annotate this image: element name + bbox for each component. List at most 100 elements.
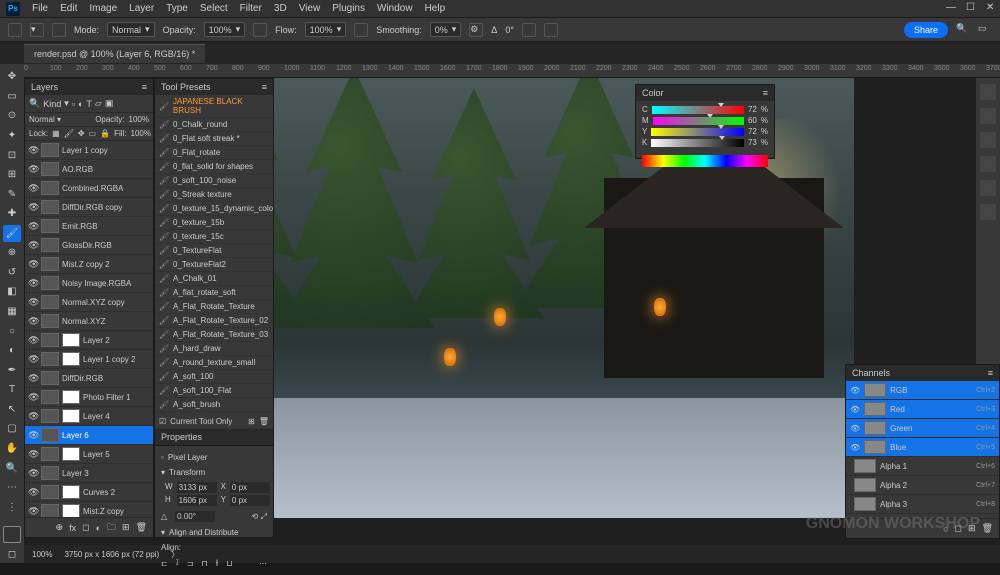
visibility-icon[interactable]: 👁 bbox=[28, 392, 38, 403]
mask-thumb[interactable] bbox=[62, 447, 80, 461]
mask-icon[interactable]: ◻ bbox=[82, 522, 89, 533]
fill-value[interactable]: 100% bbox=[131, 129, 151, 138]
align-section[interactable]: ▾ Align and Distribute bbox=[159, 525, 269, 540]
visibility-icon[interactable]: 👁 bbox=[28, 468, 38, 479]
layer-thumb[interactable] bbox=[41, 314, 59, 328]
channel-item[interactable]: 👁RedCtrl+3 bbox=[846, 400, 999, 419]
filter-smart-icon[interactable]: ▣ bbox=[105, 98, 114, 109]
layer-item[interactable]: 👁Emit.RGB bbox=[25, 217, 153, 236]
more-tools[interactable]: ⋯ bbox=[3, 479, 21, 497]
layer-item[interactable]: 👁Noisy Image.RGBA bbox=[25, 274, 153, 293]
magenta-slider[interactable] bbox=[653, 117, 744, 125]
maximize-icon[interactable]: ☐ bbox=[966, 2, 976, 12]
visibility-icon[interactable]: 👁 bbox=[850, 405, 860, 414]
preset-item[interactable]: 🖌0_TextureFlat bbox=[155, 244, 273, 258]
align-right-icon[interactable]: ⊐ bbox=[187, 559, 194, 568]
menu-window[interactable]: Window bbox=[371, 1, 419, 16]
symmetry-icon[interactable] bbox=[544, 23, 558, 37]
blur-tool[interactable]: ○ bbox=[3, 322, 21, 340]
panel-menu-icon[interactable]: ≡ bbox=[262, 82, 267, 92]
brush-picker-icon[interactable]: ▾ bbox=[30, 23, 44, 37]
collapsed-panel-icon[interactable] bbox=[980, 156, 996, 172]
path-tool[interactable]: ↖ bbox=[3, 401, 21, 419]
preset-item[interactable]: 🖌A_flat_rotate_soft bbox=[155, 286, 273, 300]
zoom-level[interactable]: 100% bbox=[32, 550, 52, 559]
flow-input[interactable]: 100%▾ bbox=[305, 22, 347, 37]
hand-tool[interactable]: ✋ bbox=[3, 440, 21, 458]
preset-item[interactable]: 🖌0_soft_100_noise bbox=[155, 174, 273, 188]
layer-item[interactable]: 👁DiffDir.RGB copy bbox=[25, 198, 153, 217]
heal-tool[interactable]: ✚ bbox=[3, 205, 21, 223]
layer-item[interactable]: 👁Layer 1 copy bbox=[25, 141, 153, 160]
menu-file[interactable]: File bbox=[26, 1, 54, 16]
move-tool[interactable]: ✥ bbox=[3, 68, 21, 86]
black-slider[interactable] bbox=[651, 139, 744, 147]
visibility-icon[interactable]: 👁 bbox=[28, 316, 38, 327]
filter-type-icon[interactable]: T bbox=[86, 99, 92, 109]
visibility-icon[interactable]: 👁 bbox=[28, 297, 38, 308]
filter-shape-icon[interactable]: ▱ bbox=[95, 98, 102, 109]
visibility-icon[interactable]: 👁 bbox=[28, 449, 38, 460]
menu-filter[interactable]: Filter bbox=[234, 1, 268, 16]
preset-item[interactable]: 🖌A_round_texture_small bbox=[155, 356, 273, 370]
visibility-icon[interactable]: 👁 bbox=[28, 259, 38, 270]
mask-thumb[interactable] bbox=[62, 352, 80, 366]
channel-item[interactable]: 👁BlueCtrl+5 bbox=[846, 438, 999, 457]
search-icon[interactable]: 🔍 bbox=[956, 23, 970, 37]
align-vcenter-icon[interactable]: ⫲ bbox=[216, 558, 219, 568]
channel-item[interactable]: 👁GreenCtrl+4 bbox=[846, 419, 999, 438]
menu-3d[interactable]: 3D bbox=[268, 1, 293, 16]
menu-image[interactable]: Image bbox=[83, 1, 123, 16]
close-icon[interactable]: ✕ bbox=[986, 2, 996, 12]
quickmask-icon[interactable]: ◻ bbox=[3, 545, 21, 563]
color-spectrum[interactable] bbox=[642, 155, 768, 167]
filter-adjust-icon[interactable]: ◐ bbox=[78, 99, 83, 109]
align-bottom-icon[interactable]: ⊔ bbox=[226, 559, 232, 568]
preset-item[interactable]: 🖌0_Flat soft streak * bbox=[155, 132, 273, 146]
preset-item[interactable]: 🖌0_TextureFlat2 bbox=[155, 258, 273, 272]
menu-layer[interactable]: Layer bbox=[123, 1, 160, 16]
layer-thumb[interactable] bbox=[41, 238, 59, 252]
layer-item[interactable]: 👁Photo Filter 1 bbox=[25, 388, 153, 407]
preset-item[interactable]: 🖌0_Chalk_round bbox=[155, 118, 273, 132]
visibility-icon[interactable]: 👁 bbox=[28, 430, 38, 441]
gradient-tool[interactable]: ▦ bbox=[3, 303, 21, 321]
layer-item[interactable]: 👁Layer 1 copy 2 bbox=[25, 350, 153, 369]
layer-item[interactable]: 👁GlossDir.RGB bbox=[25, 236, 153, 255]
preset-item[interactable]: 🖌A_soft_100 bbox=[155, 370, 273, 384]
delete-layer-icon[interactable]: 🗑 bbox=[136, 522, 147, 533]
layer-item[interactable]: 👁Layer 6 bbox=[25, 426, 153, 445]
menu-edit[interactable]: Edit bbox=[54, 1, 83, 16]
more-options-icon[interactable]: ⋯ bbox=[259, 559, 267, 568]
visibility-icon[interactable]: 👁 bbox=[28, 164, 38, 175]
angle-input[interactable] bbox=[175, 511, 215, 522]
layer-item[interactable]: 👁DiffDir.RGB bbox=[25, 369, 153, 388]
menu-type[interactable]: Type bbox=[160, 1, 194, 16]
layer-item[interactable]: 👁Layer 2 bbox=[25, 331, 153, 350]
channel-item[interactable]: Alpha 1Ctrl+6 bbox=[846, 457, 999, 476]
preset-item[interactable]: 🖌0_texture_15_dynamic_color bbox=[155, 202, 273, 216]
preset-item[interactable]: 🖌0_texture_15b bbox=[155, 216, 273, 230]
edit-toolbar[interactable]: ⋮ bbox=[3, 498, 21, 516]
current-tool-only-check[interactable]: ☑Current Tool Only ⊞ 🗑 bbox=[155, 415, 273, 429]
panel-menu-icon[interactable]: ≡ bbox=[763, 88, 768, 98]
layer-item[interactable]: 👁Layer 4 bbox=[25, 407, 153, 426]
delete-channel-icon[interactable]: 🗑 bbox=[982, 523, 993, 534]
lock-artboard-icon[interactable]: ▭ bbox=[89, 129, 97, 138]
layer-item[interactable]: 👁Layer 3 bbox=[25, 464, 153, 483]
collapsed-panel-icon[interactable] bbox=[980, 108, 996, 124]
mask-thumb[interactable] bbox=[62, 485, 80, 499]
layer-thumb[interactable] bbox=[41, 257, 59, 271]
preset-item[interactable]: 🖌A_soft_100_Flat bbox=[155, 384, 273, 398]
preset-item[interactable]: 🖌0_Streak texture bbox=[155, 188, 273, 202]
link-layers-icon[interactable]: ⊕ bbox=[56, 522, 64, 533]
visibility-icon[interactable]: 👁 bbox=[28, 411, 38, 422]
preset-item[interactable]: 🖌A_Flat_Rotate_Texture_02 bbox=[155, 314, 273, 328]
layer-thumb[interactable] bbox=[41, 333, 59, 347]
preset-item[interactable]: 🖌0_flat_solid for shapes bbox=[155, 160, 273, 174]
eraser-tool[interactable]: ◧ bbox=[3, 283, 21, 301]
layer-item[interactable]: 👁Normal.XYZ copy bbox=[25, 293, 153, 312]
frame-tool[interactable]: ⊞ bbox=[3, 166, 21, 184]
dodge-tool[interactable]: ◐ bbox=[3, 342, 21, 360]
preset-item[interactable]: 🖌A_Flat_Rotate_Texture_03 bbox=[155, 328, 273, 342]
